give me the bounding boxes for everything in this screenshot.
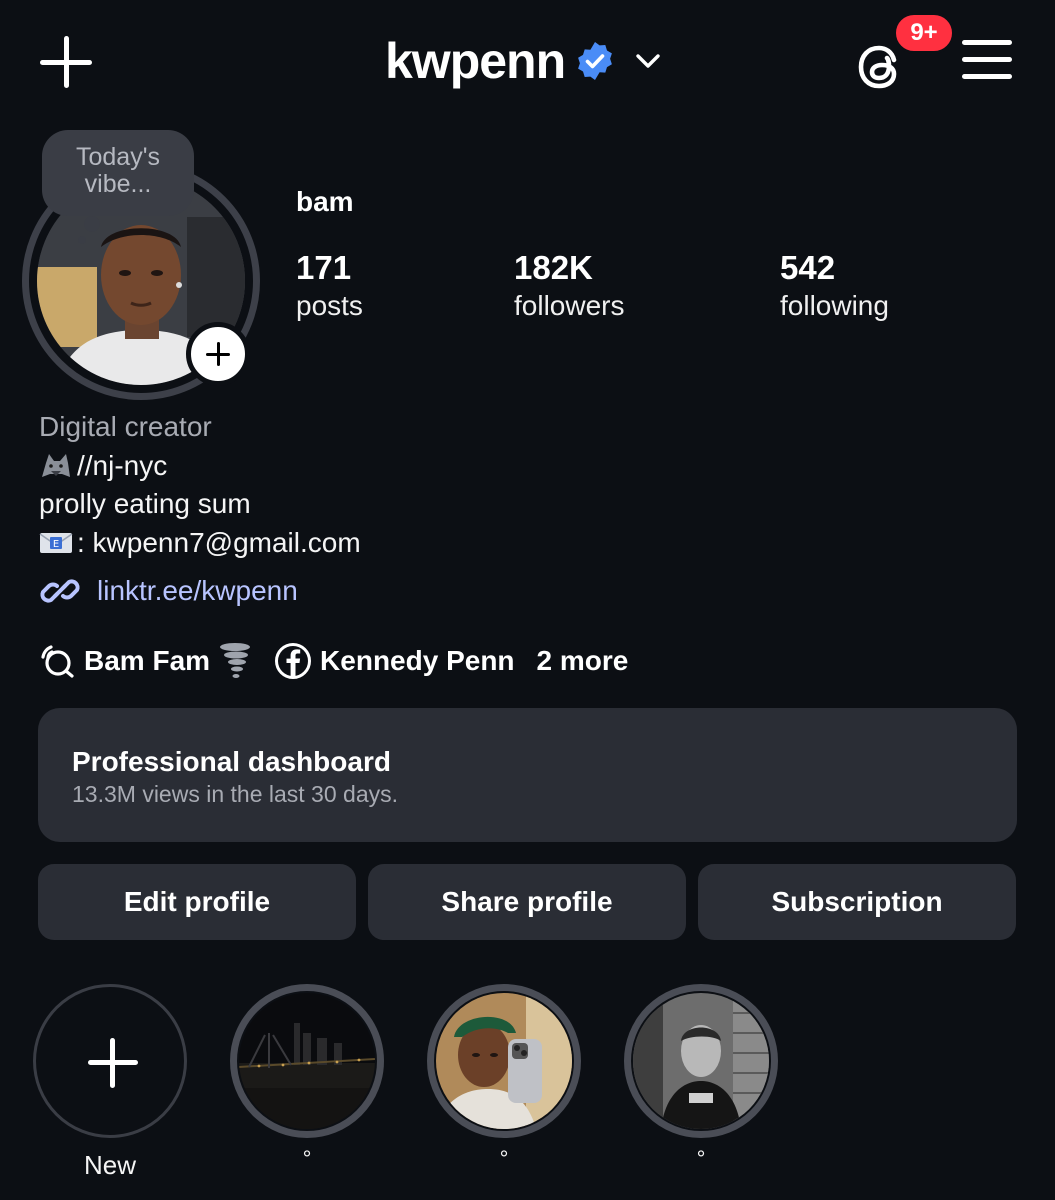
note-bubble-tail <box>84 216 100 232</box>
highlight-label: ° <box>499 1146 509 1171</box>
bio-category: Digital creator <box>39 411 212 442</box>
note-bubble[interactable]: Today's vibe... <box>42 130 194 216</box>
facebook-icon <box>275 643 312 679</box>
wolf-emoji <box>42 453 70 477</box>
highlight-ring <box>427 984 581 1138</box>
posts-label: posts <box>296 290 363 321</box>
edit-profile-button[interactable]: Edit profile <box>38 864 356 940</box>
highlight-cover-selfie <box>436 993 572 1129</box>
bio-location-text: //nj-nyc <box>77 449 168 481</box>
envelope-emoji: E <box>39 532 73 553</box>
bio-email-text: : kwpenn7@gmail.com <box>77 526 361 558</box>
highlight-item[interactable]: ° <box>230 984 384 1174</box>
bio-line-status: prolly eating sum <box>39 488 251 519</box>
posts-count: 171 <box>296 249 352 286</box>
verified-icon <box>578 42 613 80</box>
highlight-label: ° <box>302 1146 312 1171</box>
top-bar: kwpenn 9+ <box>0 0 1055 125</box>
bio-line-location: //nj-nyc <box>39 447 361 486</box>
followers-label: followers <box>514 290 625 321</box>
following-count: 542 <box>780 249 836 286</box>
link-text: linktr.ee/kwpenn <box>97 575 298 606</box>
subscription-button[interactable]: Subscription <box>698 864 1016 940</box>
broadcast-channel-name: Bam Fam <box>84 645 211 676</box>
stat-followers[interactable]: 182K followers <box>514 250 624 326</box>
username: kwpenn <box>385 33 566 89</box>
following-label: following <box>780 290 889 321</box>
add-story-plus-icon[interactable] <box>186 322 250 386</box>
account-switcher[interactable]: kwpenn <box>385 28 663 94</box>
highlight-cover-city <box>239 993 375 1129</box>
link-icon <box>40 579 80 603</box>
social-links-row: Bam Fam Kennedy Penn 2 more <box>38 638 628 684</box>
highlight-item[interactable]: ° <box>624 984 778 1174</box>
svg-text:E: E <box>53 539 59 550</box>
bio: Digital creator //nj-nyc prolly eating s… <box>39 408 361 562</box>
highlight-ring <box>230 984 384 1138</box>
followers-count: 182K <box>514 249 593 286</box>
highlight-new[interactable]: New <box>33 984 187 1180</box>
stat-posts[interactable]: 171 posts <box>296 250 363 326</box>
dashboard-subtitle: 13.3M views in the last 30 days. <box>72 781 398 807</box>
more-links-button[interactable]: 2 more <box>537 645 629 677</box>
dashboard-title: Professional dashboard <box>72 746 391 777</box>
new-highlight-plus-icon <box>33 984 187 1138</box>
highlight-ring <box>624 984 778 1138</box>
highlight-label: ° <box>696 1146 706 1171</box>
create-plus-icon[interactable] <box>40 36 94 90</box>
notification-badge: 9+ <box>893 12 955 54</box>
share-profile-button[interactable]: Share profile <box>368 864 686 940</box>
facebook-link[interactable]: Kennedy Penn <box>274 642 515 680</box>
bio-line-email: E : kwpenn7@gmail.com <box>39 524 361 563</box>
highlight-cover-bw <box>633 993 769 1129</box>
note-bubble-tail-small <box>78 236 86 244</box>
chevron-down-icon <box>636 54 660 68</box>
broadcast-channel-link[interactable]: Bam Fam <box>38 641 252 681</box>
bio-link[interactable]: linktr.ee/kwpenn <box>39 570 298 612</box>
menu-icon[interactable] <box>962 40 1014 82</box>
professional-dashboard[interactable]: Professional dashboard 13.3M views in th… <box>38 708 1017 842</box>
stat-following[interactable]: 542 following <box>780 250 889 326</box>
tornado-emoji <box>220 643 251 678</box>
highlight-item[interactable]: ° <box>427 984 581 1174</box>
highlight-label: New <box>83 1150 136 1180</box>
facebook-name: Kennedy Penn <box>320 645 515 676</box>
broadcast-channel-icon <box>41 645 74 678</box>
display-name: bam <box>296 186 354 217</box>
